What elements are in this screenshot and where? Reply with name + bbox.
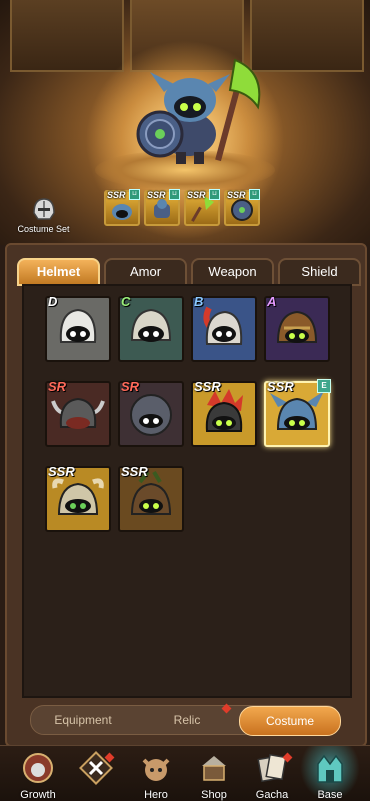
slot-lock-icon: ⊔ bbox=[169, 189, 180, 200]
nav-base[interactable]: Base bbox=[300, 746, 360, 801]
nav-gacha[interactable]: Gacha bbox=[242, 746, 302, 801]
tab-weapon[interactable]: Weapon bbox=[191, 258, 274, 286]
equipped-slot-weapon[interactable]: SSR ⊔ bbox=[184, 189, 220, 226]
tab-costume[interactable]: Costume bbox=[239, 706, 341, 736]
tab-shield[interactable]: Shield bbox=[278, 258, 361, 286]
slot-grade: SSR bbox=[227, 190, 246, 200]
nav-label: Hero bbox=[144, 789, 168, 801]
costume-item[interactable]: SSR bbox=[45, 464, 111, 532]
costume-item[interactable]: C bbox=[118, 294, 184, 362]
nav-label: Growth bbox=[20, 789, 56, 801]
costume-set-label: Costume Set bbox=[17, 224, 70, 234]
nav-label: Gacha bbox=[255, 789, 289, 801]
bottom-navigation: Growth Hero Shop Gacha Base bbox=[0, 745, 370, 801]
costume-item[interactable]: SSR bbox=[191, 379, 257, 447]
nav-label: Base bbox=[317, 789, 343, 801]
nav-hero[interactable]: Hero bbox=[126, 746, 186, 801]
costume-item[interactable]: A bbox=[264, 294, 330, 362]
item-grade: SR bbox=[48, 379, 67, 394]
slot-lock-icon: ⊔ bbox=[209, 189, 220, 200]
hero-icon bbox=[142, 758, 170, 781]
item-grade: SSR bbox=[267, 379, 294, 394]
equipped-badge: E bbox=[317, 379, 331, 393]
slot-grade: SSR bbox=[147, 190, 166, 200]
slot-grade: SSR bbox=[187, 190, 206, 200]
item-grade: C bbox=[121, 294, 131, 309]
costume-item[interactable]: D bbox=[45, 294, 111, 362]
costume-set-button[interactable]: Costume Set bbox=[16, 195, 71, 234]
tab-equipment[interactable]: Equipment bbox=[31, 706, 135, 734]
mode-tabs: Equipment Relic Costume bbox=[30, 705, 341, 736]
nav-battle[interactable] bbox=[66, 746, 126, 801]
item-grade: SSR bbox=[194, 379, 221, 394]
hero-character bbox=[136, 58, 261, 164]
equipped-slot-helmet[interactable]: SSR ⊔ bbox=[104, 189, 140, 226]
helmet-icon bbox=[32, 198, 55, 220]
tab-armor[interactable]: Amor bbox=[104, 258, 187, 286]
costume-item[interactable]: SR bbox=[118, 379, 184, 447]
slot-grade: SSR bbox=[107, 190, 126, 200]
slot-lock-icon: ⊔ bbox=[249, 189, 260, 200]
item-grade: D bbox=[48, 294, 58, 309]
nav-label: Shop bbox=[201, 789, 227, 801]
costume-item[interactable]: SSR bbox=[118, 464, 184, 532]
equipped-slot-armor[interactable]: SSR ⊔ bbox=[144, 189, 180, 226]
costume-item-equipped[interactable]: SSR E bbox=[264, 379, 331, 447]
shop-icon bbox=[202, 756, 226, 781]
slot-lock-icon: ⊔ bbox=[129, 189, 140, 200]
character-stage: Costume Set SSR ⊔ SSR ⊔ SSR ⊔ SSR ⊔ bbox=[0, 0, 370, 245]
costume-item[interactable]: B bbox=[191, 294, 257, 362]
costume-item[interactable]: SR bbox=[45, 379, 111, 447]
equipped-slot-row: SSR ⊔ SSR ⊔ SSR ⊔ SSR ⊔ bbox=[104, 189, 260, 226]
item-grade: SR bbox=[121, 379, 140, 394]
base-icon bbox=[317, 754, 343, 783]
nav-growth[interactable]: Growth bbox=[8, 746, 68, 801]
item-grade: A bbox=[267, 294, 277, 309]
item-grade: SSR bbox=[48, 464, 75, 479]
equipped-slot-shield[interactable]: SSR ⊔ bbox=[224, 189, 260, 226]
tab-helmet[interactable]: Helmet bbox=[17, 258, 100, 286]
growth-icon bbox=[23, 753, 53, 783]
banner-left bbox=[10, 0, 124, 72]
category-tabs: Helmet Amor Weapon Shield bbox=[17, 258, 361, 286]
nav-shop[interactable]: Shop bbox=[184, 746, 244, 801]
item-grade: SSR bbox=[121, 464, 148, 479]
item-grade: B bbox=[194, 294, 204, 309]
